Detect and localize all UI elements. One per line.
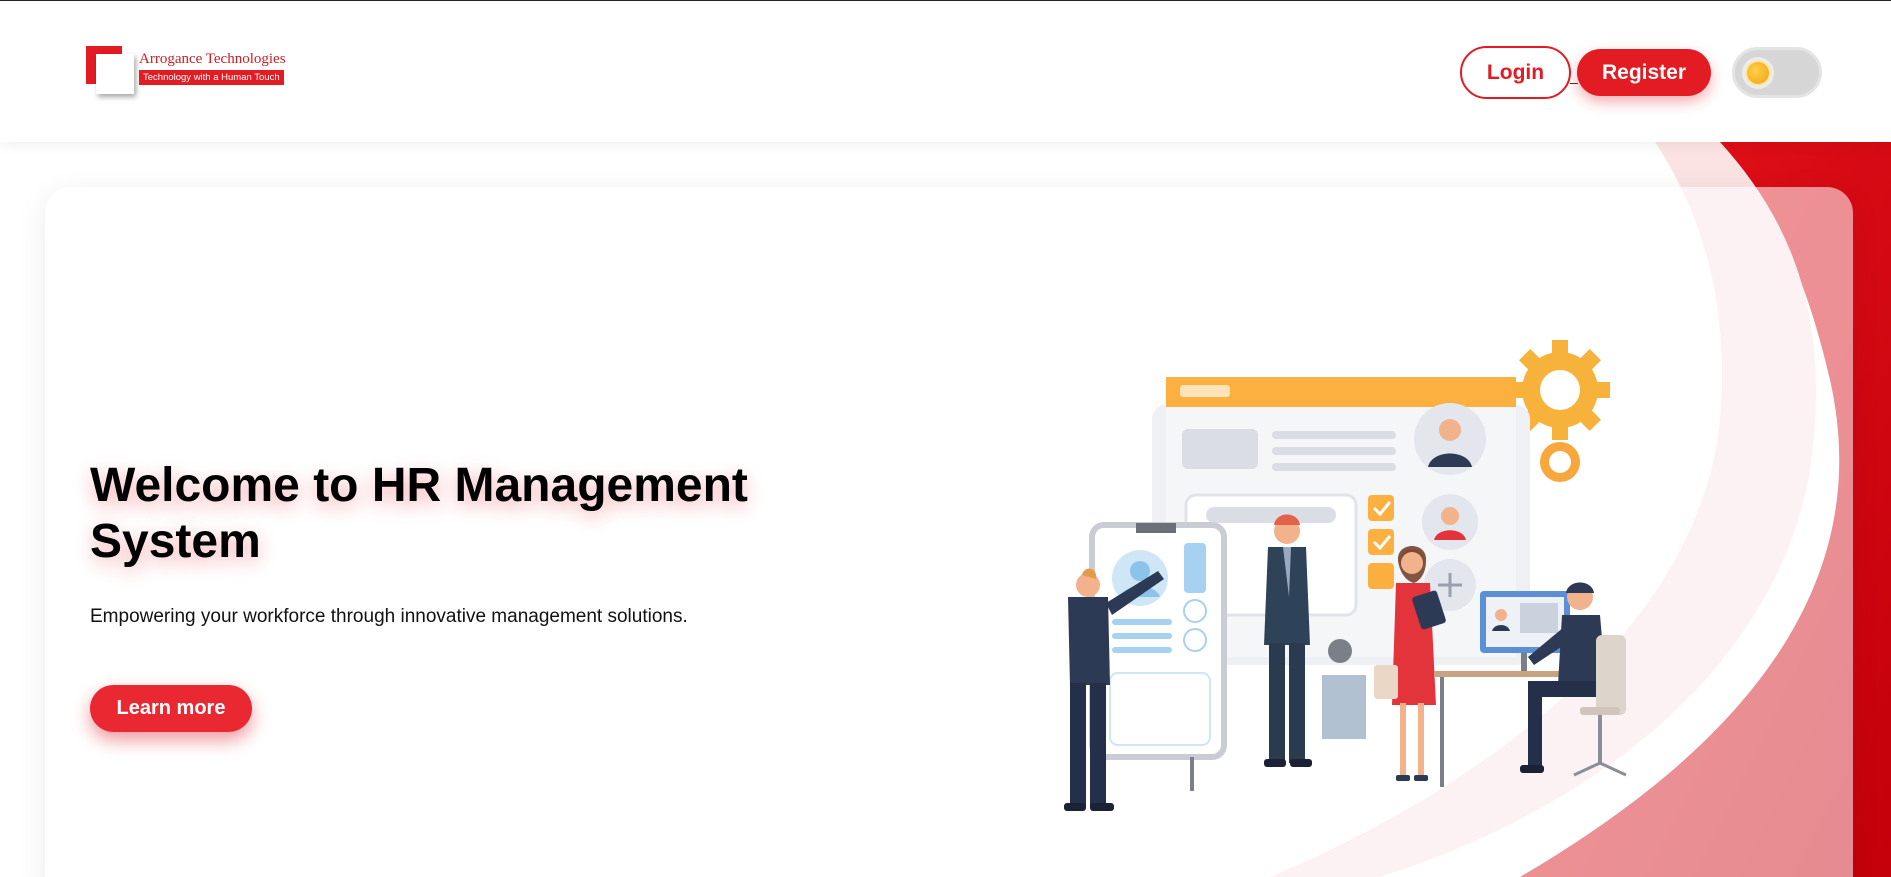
theme-toggle-knob <box>1742 57 1774 89</box>
brand-tagline: Technology with a Human Touch <box>139 70 284 85</box>
site-header: Arrogance Technologies Technology with a… <box>0 0 1891 142</box>
register-button[interactable]: Register <box>1577 49 1711 96</box>
hr-team-illustration <box>1064 340 1627 811</box>
small-gear-icon <box>1540 442 1580 482</box>
logo-mark-icon <box>86 46 136 96</box>
theme-toggle[interactable] <box>1732 47 1822 98</box>
person-standing <box>1264 514 1312 767</box>
login-button[interactable]: Login <box>1460 46 1571 99</box>
brand-name: Arrogance Technologies <box>139 51 286 67</box>
button-divider <box>1570 83 1578 84</box>
sun-icon <box>1747 62 1769 84</box>
hero-title: Welcome to HR Management System <box>90 459 748 568</box>
learn-more-button[interactable]: Learn more <box>90 685 252 732</box>
hero-subtitle: Empowering your workforce through innova… <box>90 606 688 627</box>
company-logo[interactable]: Arrogance Technologies Technology with a… <box>86 46 296 96</box>
